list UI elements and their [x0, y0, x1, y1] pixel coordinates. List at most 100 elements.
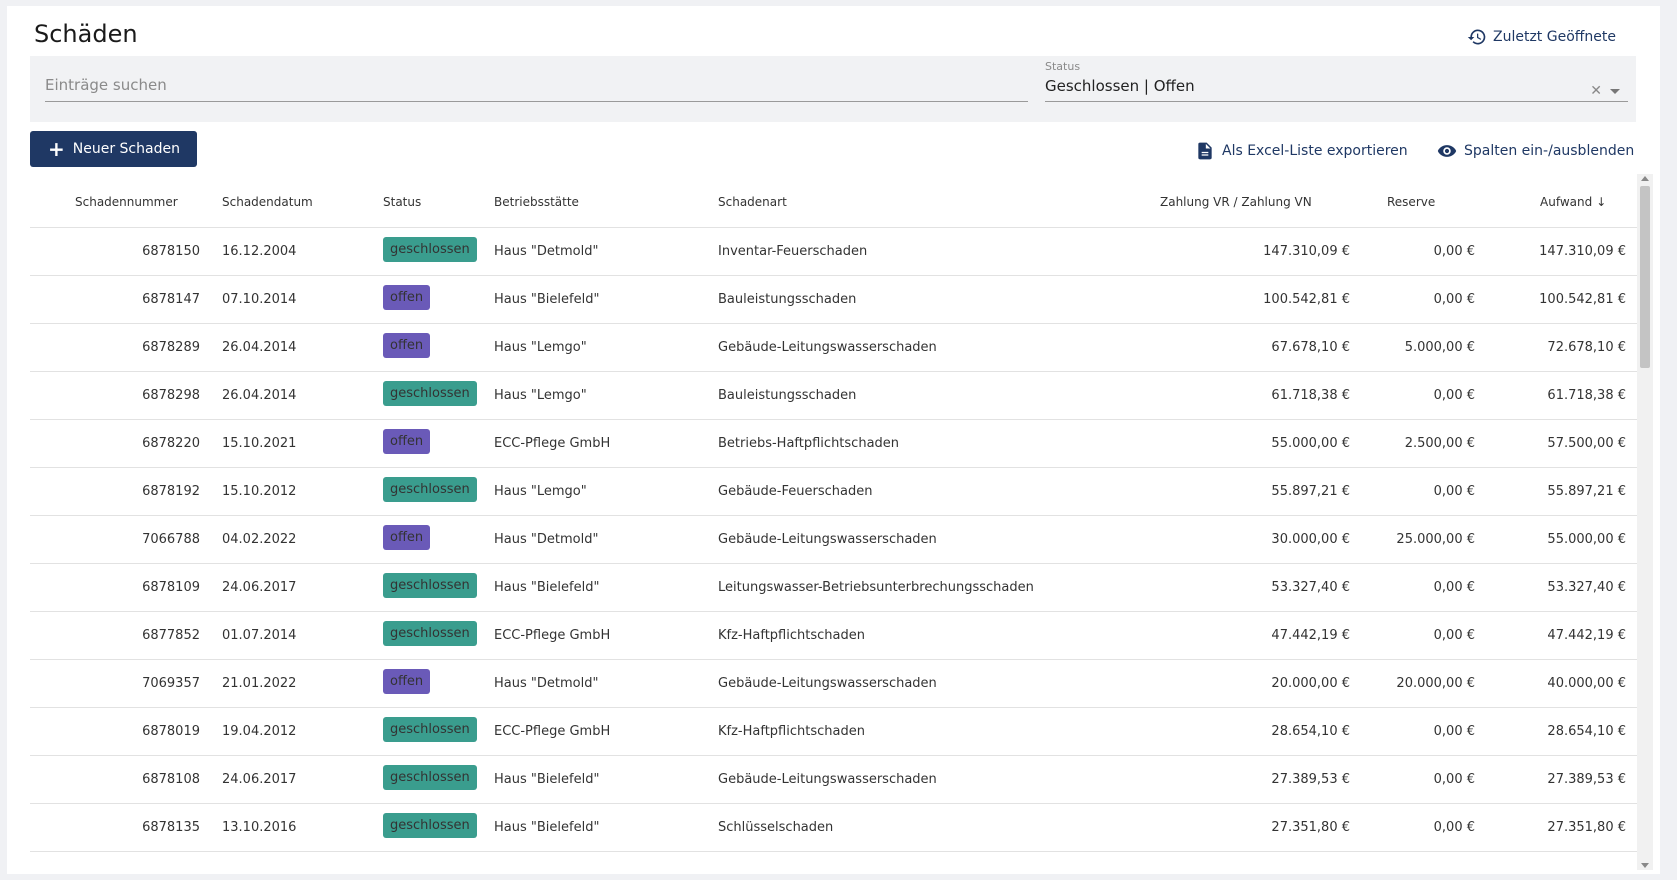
cell-claim-date: 21.01.2022: [222, 676, 297, 691]
cell-claim-number: 6878192: [142, 484, 200, 499]
cell-site: Haus "Lemgo": [494, 484, 587, 499]
column-header-payment[interactable]: Zahlung VR / Zahlung VN: [1160, 195, 1312, 209]
cell-claim-number: 6877852: [142, 628, 200, 643]
new-claim-label: Neuer Schaden: [72, 141, 180, 157]
cell-claim-date: 01.07.2014: [222, 628, 297, 643]
scroll-down-icon[interactable]: [1641, 863, 1649, 868]
plus-icon: +: [48, 137, 65, 161]
cell-expense: 61.718,38 €: [1547, 388, 1626, 403]
page-title: Schäden: [34, 20, 138, 48]
table-row[interactable]: 6878192 15.10.2012 Haus "Lemgo" Gebäude-Feu…: [30, 468, 1640, 516]
column-header-expense-label: Aufwand: [1540, 195, 1593, 209]
cell-claim-type: Kfz-Haftpflichtschaden: [718, 724, 865, 739]
cell-reserve: 0,00 €: [1433, 724, 1475, 739]
status-badge: offen: [383, 285, 431, 310]
chevron-down-icon[interactable]: [1610, 89, 1620, 94]
cell-claim-type: Kfz-Haftpflichtschaden: [718, 628, 865, 643]
document-icon: [1198, 142, 1212, 160]
toggle-columns-button[interactable]: Spalten ein-/ausblenden: [1437, 141, 1634, 161]
cell-payment: 27.351,80 €: [1271, 820, 1350, 835]
table-row[interactable]: 6878289 26.04.2014 Haus "Lemgo" Gebäude-Lei…: [30, 324, 1640, 372]
column-header-status[interactable]: Status: [383, 195, 421, 209]
table-row[interactable]: 6878220 15.10.2021 ECC-Pflege GmbH Betriebs…: [30, 420, 1640, 468]
column-header-claim-date[interactable]: Schadendatum: [222, 195, 313, 209]
table-row[interactable]: 7066788 04.02.2022 Haus "Detmold" Gebäude-L…: [30, 516, 1640, 564]
table-row[interactable]: 6878109 24.06.2017 Haus "Bielefeld" Leitung…: [30, 564, 1640, 612]
cell-payment: 27.389,53 €: [1271, 772, 1350, 787]
history-icon: [1467, 29, 1486, 45]
cell-reserve: 25.000,00 €: [1396, 532, 1475, 547]
table-row[interactable]: 6878147 07.10.2014 Haus "Bielefeld" Bauleis…: [30, 276, 1640, 324]
column-header-claim-number[interactable]: Schadennummer: [75, 195, 178, 209]
cell-claim-date: 07.10.2014: [222, 292, 297, 307]
cell-payment: 55.000,00 €: [1271, 436, 1350, 451]
table-row[interactable]: 7069357 21.01.2022 Haus "Detmold" Gebäude-L…: [30, 660, 1640, 708]
cell-site: Haus "Detmold": [494, 532, 599, 547]
cell-claim-number: 7069357: [142, 676, 200, 691]
cell-claim-number: 7066788: [142, 532, 200, 547]
scroll-up-icon[interactable]: [1641, 176, 1649, 181]
cell-claim-number: 6878019: [142, 724, 200, 739]
claims-table: Schadennummer Schadendatum Status Betrie…: [30, 176, 1640, 874]
sort-down-icon: ↓: [1596, 195, 1607, 209]
cell-payment: 20.000,00 €: [1271, 676, 1350, 691]
status-badge: offen: [383, 525, 431, 550]
cell-claim-date: 13.10.2016: [222, 820, 297, 835]
cell-payment: 47.442,19 €: [1271, 628, 1350, 643]
cell-claim-number: 6878220: [142, 436, 200, 451]
column-header-expense[interactable]: Aufwand ↓: [1540, 195, 1606, 209]
table-row[interactable]: 6878135 13.10.2016 Haus "Bielefeld" Schlüss…: [30, 804, 1640, 852]
cell-site: ECC-Pflege GmbH: [494, 436, 611, 451]
cell-claim-type: Leitungswasser-Betriebsunterbrechungssch…: [718, 580, 1034, 595]
status-select[interactable]: Status Geschlossen | Offen ✕: [1045, 60, 1628, 102]
table-row[interactable]: 6878150 16.12.2004 Haus "Detmold" Inventar-…: [30, 228, 1640, 276]
cell-expense: 72.678,10 €: [1547, 340, 1626, 355]
table-scrollbar[interactable]: [1637, 174, 1653, 870]
new-claim-button[interactable]: + Neuer Schaden: [30, 131, 197, 167]
cell-payment: 100.542,81 €: [1263, 292, 1350, 307]
cell-expense: 55.897,21 €: [1547, 484, 1626, 499]
table-row[interactable]: 6878108 24.06.2017 Haus "Bielefeld" Gebäude…: [30, 756, 1640, 804]
clear-icon[interactable]: ✕: [1590, 83, 1602, 99]
status-badge: geschlossen: [383, 381, 477, 406]
cell-claim-date: 16.12.2004: [222, 244, 297, 259]
cell-claim-type: Inventar-Feuerschaden: [718, 244, 868, 259]
cell-site: ECC-Pflege GmbH: [494, 628, 611, 643]
table-row[interactable]: 6877852 01.07.2014 ECC-Pflege GmbH Kfz-Haft…: [30, 612, 1640, 660]
column-header-reserve[interactable]: Reserve: [1387, 195, 1435, 209]
cell-expense: 53.327,40 €: [1547, 580, 1626, 595]
table-header: Schadennummer Schadendatum Status Betrie…: [30, 176, 1640, 228]
cell-claim-number: 6878147: [142, 292, 200, 307]
cell-payment: 30.000,00 €: [1271, 532, 1350, 547]
cell-site: Haus "Bielefeld": [494, 820, 600, 835]
cell-reserve: 0,00 €: [1433, 580, 1475, 595]
cell-expense: 47.442,19 €: [1547, 628, 1626, 643]
table-row[interactable]: 6878019 19.04.2012 ECC-Pflege GmbH Kfz-Haft…: [30, 708, 1640, 756]
recently-opened-button[interactable]: Zuletzt Geöffnete: [1467, 27, 1616, 47]
search-input[interactable]: [45, 70, 1028, 100]
cell-site: Haus "Detmold": [494, 244, 599, 259]
recently-opened-label: Zuletzt Geöffnete: [1492, 29, 1616, 45]
status-badge: geschlossen: [383, 813, 477, 838]
cell-claim-type: Betriebs-Haftpflichtschaden: [718, 436, 900, 451]
cell-claim-type: Gebäude-Leitungswasserschaden: [718, 772, 937, 787]
cell-claim-date: 24.06.2017: [222, 580, 297, 595]
scrollbar-thumb[interactable]: [1640, 186, 1650, 368]
column-header-claim-type[interactable]: Schadenart: [718, 195, 787, 209]
cell-expense: 55.000,00 €: [1547, 532, 1626, 547]
table-body: 6878150 16.12.2004 Haus "Detmold" Inventar-…: [30, 228, 1640, 852]
status-badge: geschlossen: [383, 717, 477, 742]
cell-expense: 27.351,80 €: [1547, 820, 1626, 835]
table-row[interactable]: 6878298 26.04.2014 Haus "Lemgo" Bauleistung…: [30, 372, 1640, 420]
cell-expense: 27.389,53 €: [1547, 772, 1626, 787]
cell-payment: 55.897,21 €: [1271, 484, 1350, 499]
column-header-site[interactable]: Betriebsstätte: [494, 195, 579, 209]
search-field: [45, 70, 1028, 102]
cell-reserve: 0,00 €: [1433, 772, 1475, 787]
export-excel-button[interactable]: Als Excel-Liste exportieren: [1195, 141, 1408, 161]
cell-site: ECC-Pflege GmbH: [494, 724, 611, 739]
cell-reserve: 0,00 €: [1433, 484, 1475, 499]
cell-reserve: 5.000,00 €: [1404, 340, 1475, 355]
export-excel-label: Als Excel-Liste exportieren: [1222, 143, 1408, 159]
cell-claim-number: 6878289: [142, 340, 200, 355]
